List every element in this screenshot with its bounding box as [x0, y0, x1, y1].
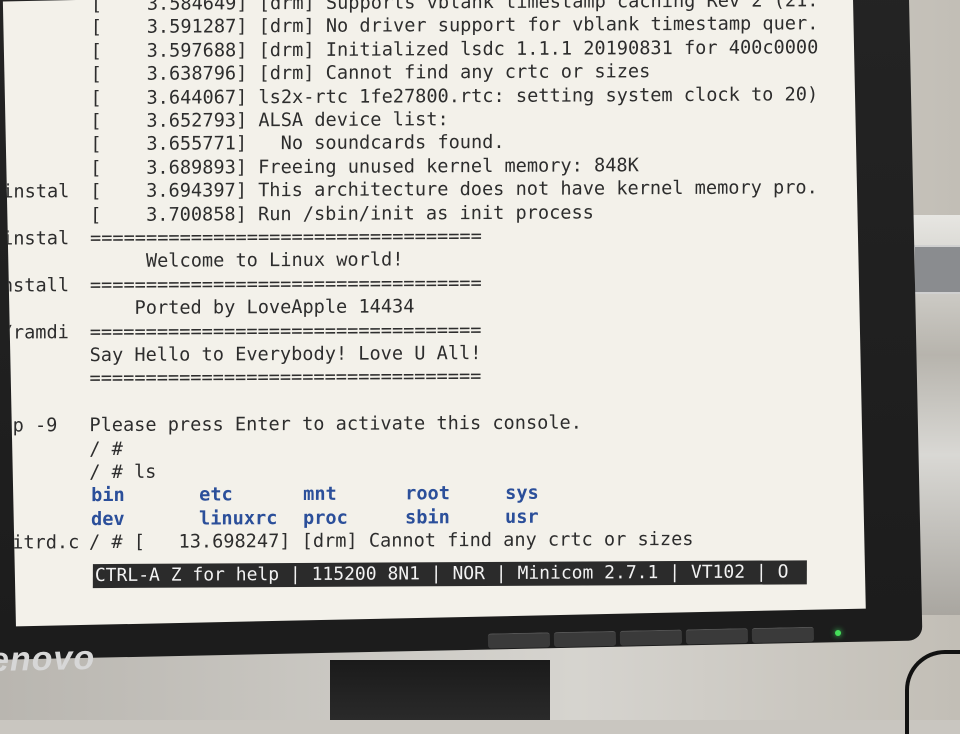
background-terminal-text: nitrd.c: [3, 531, 81, 555]
ls-entry: mnt: [303, 483, 337, 507]
ls-entry: etc: [199, 484, 233, 508]
terminal-line-text: Welcome to Linux world!: [90, 249, 404, 274]
terminal-line-text: Please press Enter to activate this cons…: [89, 412, 582, 438]
background-terminal-text: /ramdi: [3, 321, 82, 345]
terminal-line: / # ls: [3, 457, 831, 485]
terminal-line-text: / #: [89, 438, 123, 462]
ls-entry: dev: [91, 508, 125, 532]
ls-entry: usr: [505, 506, 539, 530]
terminal-line-text: Say Hello to Everybody! Love U All!: [90, 342, 482, 367]
terminal-line-text: [ 3.689893] Freeing unused kernel memory…: [90, 154, 639, 180]
terminal-line-text: [ 3.652793] ALSA device list:: [90, 108, 448, 133]
ls-entry: sys: [505, 482, 539, 506]
ls-entry: proc: [303, 507, 348, 531]
terminal-line-text: [ 3.655771] No soundcards found.: [90, 131, 504, 157]
ls-entry: linuxrc: [199, 507, 277, 531]
terminal-line-text: ===================================: [90, 319, 482, 344]
background-terminal-text: nstall: [3, 274, 82, 298]
terminal-line: nitrd.c / # [ 13.698247] [drm] Cannot fin…: [3, 527, 831, 555]
monitor-button-4[interactable]: [686, 628, 748, 644]
monitor-button-3[interactable]: [620, 629, 682, 645]
background-terminal-text: ip -9: [3, 414, 82, 438]
terminal-line-text: ===================================: [90, 365, 482, 390]
power-led-icon: [835, 630, 841, 636]
lenovo-logo: enovo: [0, 639, 96, 680]
monitor-button-1[interactable]: [488, 632, 550, 648]
terminal-window[interactable]: [ 3.584649] [drm] Supports vblank timest…: [3, 0, 833, 602]
ls-entry: root: [405, 483, 450, 507]
background-terminal-text: instal: [3, 227, 82, 251]
ls-entry: sbin: [405, 506, 450, 530]
monitor-button-5[interactable]: [752, 627, 814, 643]
monitor-bezel: [ 3.584649] [drm] Supports vblank timest…: [0, 0, 922, 660]
background-terminal-text: instal: [3, 180, 82, 204]
terminal-line-text: [ 3.638796] [drm] Cannot find any crtc o…: [91, 60, 651, 86]
minicom-status-bar: CTRL-A Z for help | 115200 8N1 | NOR | M…: [93, 560, 807, 588]
terminal-line-text: / # [ 13.698247] [drm] Cannot find any c…: [89, 528, 694, 555]
terminal-line-text: ===================================: [90, 272, 482, 297]
terminal-line-text: / # ls: [89, 461, 156, 485]
monitor-screen: [ 3.584649] [drm] Supports vblank timest…: [3, 0, 866, 626]
ls-entry: bin: [91, 484, 125, 508]
terminal-line-text: Ported by LoveApple 14434: [90, 296, 415, 321]
background-device: [913, 245, 960, 294]
terminal-line-text: ===================================: [90, 225, 482, 250]
monitor-button-2[interactable]: [554, 631, 616, 647]
monitor-stand: [330, 660, 550, 720]
terminal-line-text: [ 3.700858] Run /sbin/init as init proce…: [90, 201, 594, 227]
